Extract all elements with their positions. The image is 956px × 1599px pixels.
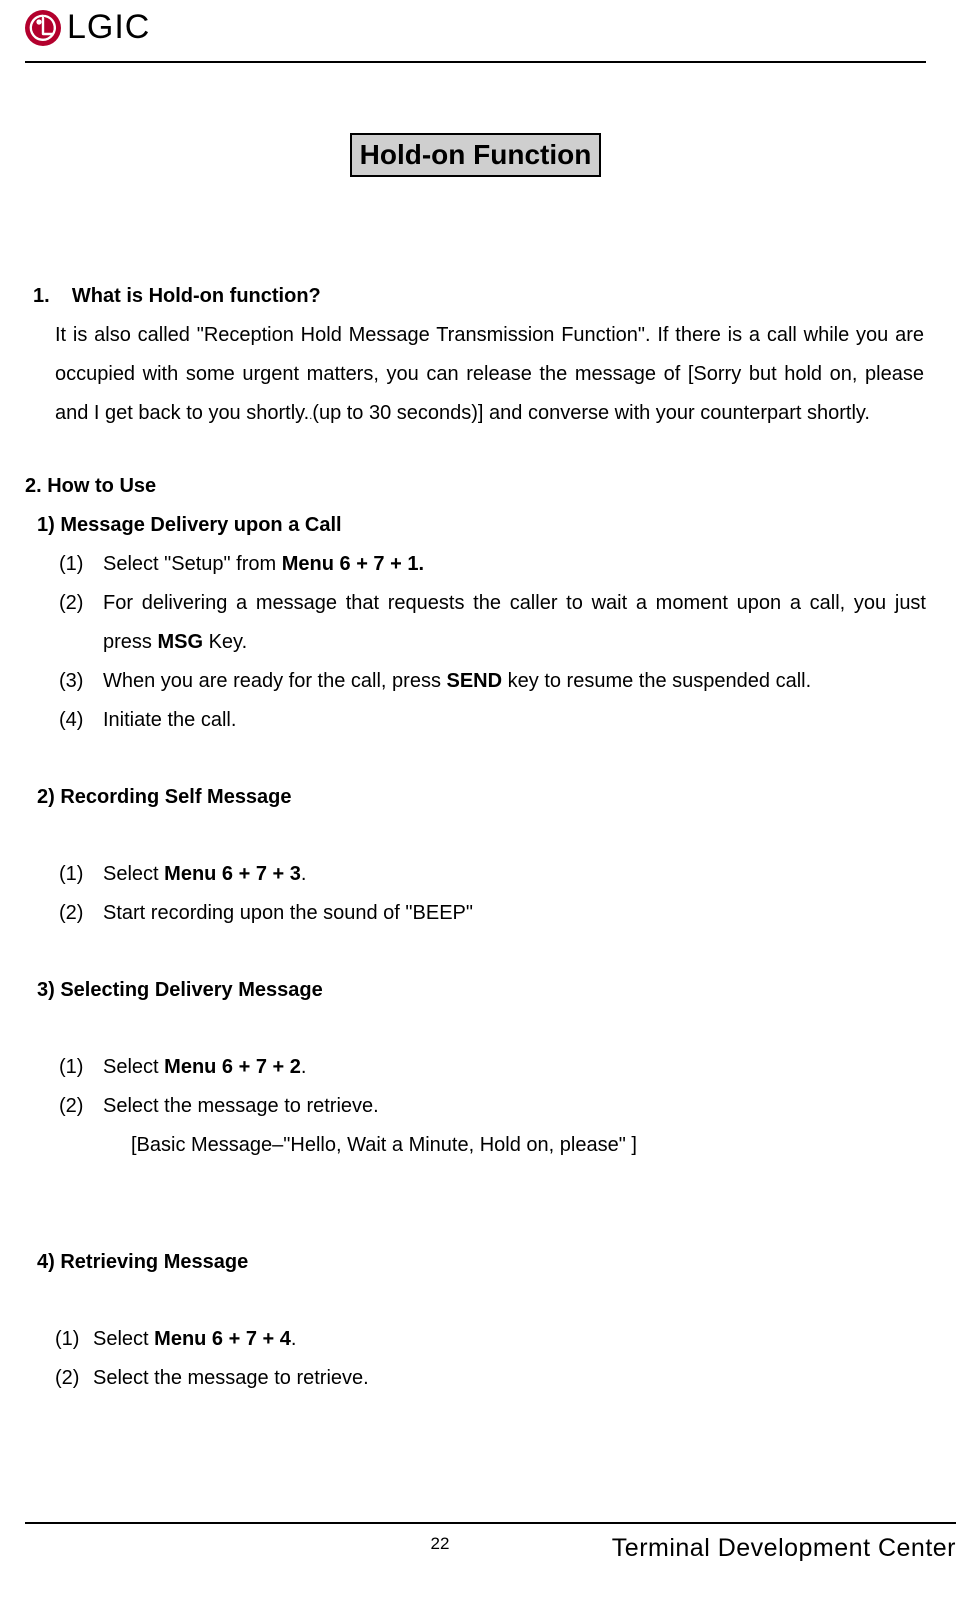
list-item: (2) Start recording upon the sound of "B…	[59, 894, 926, 933]
sub4-list: (1) Select Menu 6 + 7 + 4. (2) Select th…	[25, 1320, 926, 1398]
page: LGIC Hold-on Function 1. What is Hold-on…	[0, 0, 956, 1599]
list-item: (2) Select the message to retrieve.	[55, 1359, 926, 1398]
header: LGIC	[25, 0, 926, 63]
item-number: (3)	[59, 662, 103, 701]
list-item: (2) Select the message to retrieve.	[59, 1087, 926, 1126]
item-text: Start recording upon the sound of "BEEP"	[103, 894, 926, 933]
section1-number: 1.	[33, 285, 50, 307]
footer: 22 Terminal Development Center	[25, 1522, 956, 1563]
page-title: Hold-on Function	[350, 133, 602, 177]
list-item: (2) For delivering a message that reques…	[59, 584, 926, 662]
list-item: (1) Select Menu 6 + 7 + 4.	[55, 1320, 926, 1359]
sub2-list: (1) Select Menu 6 + 7 + 3. (2) Start rec…	[25, 855, 926, 933]
lg-logo-icon	[25, 10, 61, 46]
section1-title: What is Hold-on function?	[72, 285, 321, 307]
item-text: When you are ready for the call, press S…	[103, 662, 926, 701]
header-brand-text: LGIC	[67, 8, 150, 47]
item-text: Select Menu 6 + 7 + 2.	[103, 1048, 926, 1087]
list-item: (3) When you are ready for the call, pre…	[59, 662, 926, 701]
sub4-heading: 4) Retrieving Message	[25, 1243, 926, 1282]
list-item: (1) Select "Setup" from Menu 6 + 7 + 1.	[59, 545, 926, 584]
section1-body-b: (up to 30 seconds)] and converse with yo…	[312, 402, 870, 424]
sub2-heading: 2) Recording Self Message	[25, 778, 926, 817]
item-number: (2)	[55, 1359, 93, 1398]
sub3-list: (1) Select Menu 6 + 7 + 2. (2) Select th…	[25, 1048, 926, 1126]
list-item: (1) Select Menu 6 + 7 + 2.	[59, 1048, 926, 1087]
list-item: (4) Initiate the call.	[59, 701, 926, 740]
item-number: (1)	[59, 1048, 103, 1087]
sub1-list: (1) Select "Setup" from Menu 6 + 7 + 1. …	[25, 545, 926, 740]
item-number: (4)	[59, 701, 103, 740]
section1-body: It is also called "Reception Hold Messag…	[25, 316, 926, 433]
page-number: 22	[431, 1534, 450, 1554]
item-text: Initiate the call.	[103, 701, 926, 740]
item-number: (2)	[59, 584, 103, 662]
item-number: (1)	[59, 855, 103, 894]
list-item: (1) Select Menu 6 + 7 + 3.	[59, 855, 926, 894]
item-text: Select the message to retrieve.	[93, 1359, 926, 1398]
item-number: (2)	[59, 1087, 103, 1126]
sub3-heading: 3) Selecting Delivery Message	[25, 971, 926, 1010]
item-text: Select Menu 6 + 7 + 3.	[103, 855, 926, 894]
item-text: Select Menu 6 + 7 + 4.	[93, 1320, 926, 1359]
footer-right-text: Terminal Development Center	[612, 1534, 956, 1563]
content: 1. What is Hold-on function? It is also …	[25, 277, 926, 1398]
section1-heading: 1. What is Hold-on function?	[25, 277, 926, 316]
section2-heading: 2. How to Use	[25, 467, 926, 506]
item-text: Select "Setup" from Menu 6 + 7 + 1.	[103, 545, 926, 584]
item-number: (1)	[55, 1320, 93, 1359]
item-text: For delivering a message that requests t…	[103, 584, 926, 662]
sub1-heading: 1) Message Delivery upon a Call	[25, 506, 926, 545]
item-text: Select the message to retrieve.	[103, 1087, 926, 1126]
item-number: (1)	[59, 545, 103, 584]
item-number: (2)	[59, 894, 103, 933]
sub3-note: [Basic Message–"Hello, Wait a Minute, Ho…	[25, 1126, 926, 1165]
